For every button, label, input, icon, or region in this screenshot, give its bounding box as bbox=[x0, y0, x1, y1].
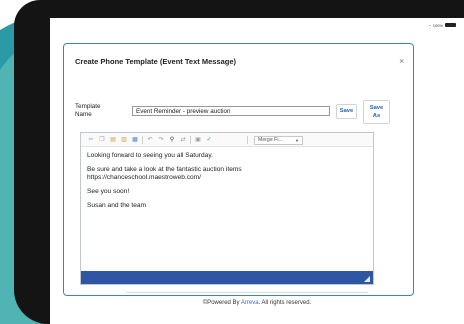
replace-icon[interactable]: ⇄ bbox=[179, 137, 187, 143]
message-editor: ✂ ❐ ▤ ▥ ▦ ↶ ↷ ⚲ ⇄ ▣ ✓ Merge Fi... ▼ Look… bbox=[80, 132, 374, 285]
brand-link[interactable]: Arreva bbox=[241, 300, 259, 306]
toolbar-separator bbox=[142, 136, 143, 144]
message-line: Looking forward to seeing you all Saturd… bbox=[87, 152, 213, 159]
save-button[interactable]: Save bbox=[336, 104, 357, 119]
resize-handle-icon[interactable] bbox=[364, 276, 370, 282]
close-icon[interactable]: × bbox=[399, 56, 404, 66]
select-all-icon[interactable]: ▣ bbox=[194, 137, 202, 143]
status-bar: ◔ 100% bbox=[428, 21, 456, 29]
cut-icon[interactable]: ✂ bbox=[87, 137, 95, 143]
footer-copyright: ©Powered By Arreva. All rights reserved. bbox=[202, 300, 312, 306]
toolbar-separator bbox=[247, 136, 248, 144]
editor-text-area[interactable]: Looking forward to seeing you all Saturd… bbox=[87, 152, 369, 216]
template-name-label: Template Name bbox=[75, 103, 101, 118]
battery-percent: 100% bbox=[432, 22, 443, 28]
editor-toolbar: ✂ ❐ ▤ ▥ ▦ ↶ ↷ ⚲ ⇄ ▣ ✓ Merge Fi... ▼ bbox=[81, 133, 373, 147]
wifi-icon: ◔ bbox=[428, 22, 431, 28]
paste-icon[interactable]: ▤ bbox=[109, 137, 117, 143]
save-as-button[interactable]: Save As bbox=[363, 100, 390, 124]
chevron-down-icon: ▼ bbox=[295, 138, 299, 143]
find-icon[interactable]: ⚲ bbox=[168, 137, 176, 143]
message-line: Susan and the team bbox=[87, 202, 147, 209]
redo-icon[interactable]: ↷ bbox=[157, 137, 165, 143]
message-line: Be sure and take a look at the fantastic… bbox=[87, 166, 242, 181]
paste-word-icon[interactable]: ▦ bbox=[131, 137, 139, 143]
create-template-dialog: Create Phone Template (Event Text Messag… bbox=[63, 43, 414, 296]
toolbar-separator bbox=[190, 136, 191, 144]
footer-divider bbox=[126, 292, 368, 293]
undo-icon[interactable]: ↶ bbox=[146, 137, 154, 143]
merge-fields-dropdown[interactable]: Merge Fi... ▼ bbox=[254, 136, 303, 145]
editor-status-bar bbox=[81, 271, 373, 284]
template-name-input[interactable]: Event Reminder - preview auction bbox=[132, 106, 330, 116]
spellcheck-icon[interactable]: ✓ bbox=[205, 137, 213, 143]
dialog-title: Create Phone Template (Event Text Messag… bbox=[75, 57, 237, 66]
paste-text-icon[interactable]: ▥ bbox=[120, 137, 128, 143]
battery-icon bbox=[445, 23, 456, 27]
message-line: See you soon! bbox=[87, 188, 130, 195]
copy-icon[interactable]: ❐ bbox=[98, 137, 106, 143]
